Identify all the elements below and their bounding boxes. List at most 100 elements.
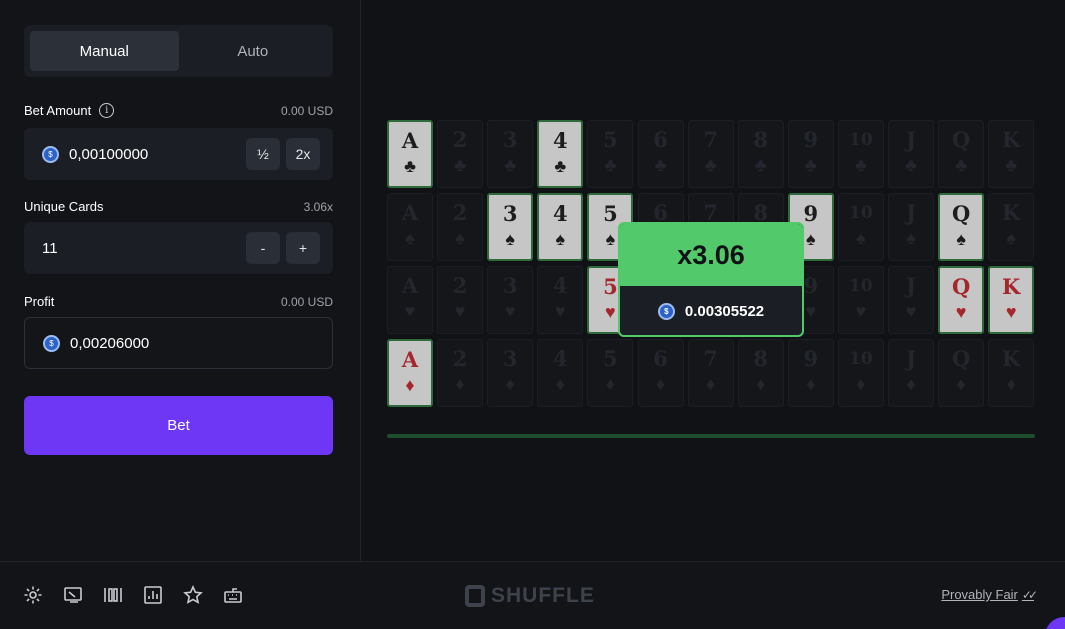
card-slot: 2 ♣ <box>437 120 484 188</box>
double-bet-button[interactable]: 2x <box>286 138 320 170</box>
card-suit-icon: ♣ <box>955 155 967 175</box>
win-popup: x3.06 $ 0.00305522 <box>618 222 804 337</box>
card-rank: K <box>1002 127 1021 152</box>
card-rank: J <box>906 346 916 371</box>
card-slot: 10 ♣ <box>837 120 884 188</box>
card-revealed: 4 ♣ <box>537 120 584 188</box>
win-payout: 0.00305522 <box>684 303 765 320</box>
card-suit-icon: ♣ <box>704 155 717 175</box>
card-slot: J ♥ <box>888 266 934 334</box>
card-rank: 3 <box>502 273 518 298</box>
bet-amount-field[interactable]: $ 0,00100000 ½ 2x <box>24 128 333 180</box>
keyboard-icon[interactable] <box>222 584 244 606</box>
card-slot: 5 ♣ <box>587 120 634 188</box>
unique-cards-label: Unique Cards <box>24 199 104 214</box>
card-suit-icon: ♣ <box>454 155 466 175</box>
stats-chart-icon[interactable] <box>142 584 164 606</box>
card-suit-icon: ♥ <box>955 302 967 322</box>
card-suit-icon: ♥ <box>454 301 466 321</box>
card-slot: 3 ♥ <box>487 266 534 334</box>
bet-button[interactable]: Bet <box>24 396 333 455</box>
settings-icon[interactable] <box>22 584 44 606</box>
card-suit-icon: ♥ <box>1005 302 1017 322</box>
card-rank: Q <box>951 201 971 226</box>
card-slot: 7 ♣ <box>687 120 734 188</box>
card-rank: Q <box>951 127 971 152</box>
card-suit-icon: ♦ <box>505 374 515 394</box>
card-slot: 9 ♦ <box>787 339 834 407</box>
unique-cards-field[interactable]: 11 - + <box>24 222 333 274</box>
card-slot: Q ♣ <box>938 120 985 188</box>
card-rank: K <box>1002 274 1021 299</box>
card-suit-icon: ♥ <box>905 301 917 321</box>
win-multiplier: x3.06 <box>620 224 802 286</box>
card-slot: K ♣ <box>988 120 1035 188</box>
card-suit-icon: ♣ <box>905 155 917 175</box>
card-rank: J <box>906 200 916 225</box>
card-suit-icon: ♦ <box>605 374 615 394</box>
card-slot: Q ♦ <box>938 339 985 407</box>
card-rank: 3 <box>502 127 518 152</box>
card-suit-icon: ♦ <box>956 374 966 394</box>
card-suit-icon: ♠ <box>505 229 515 249</box>
provably-fair-label: Provably Fair <box>941 587 1018 602</box>
card-rank: 2 <box>452 346 468 371</box>
card-suit-icon: ♣ <box>804 155 817 175</box>
card-slot: 4 ♥ <box>537 266 584 334</box>
decrement-button[interactable]: - <box>246 232 280 264</box>
live-stats-icon[interactable] <box>102 584 124 606</box>
card-suit-icon: ♥ <box>554 301 566 321</box>
card-rank: 8 <box>753 127 768 152</box>
card-rank: 10 <box>849 276 873 296</box>
card-suit-icon: ♦ <box>906 374 916 394</box>
card-suit-icon: ♣ <box>604 155 617 175</box>
shuffle-logo-text: SHUFFLE <box>491 584 595 607</box>
card-rank: 2 <box>452 273 468 298</box>
card-slot: 8 ♦ <box>737 339 784 407</box>
info-icon[interactable]: i <box>99 103 115 118</box>
half-bet-button[interactable]: ½ <box>246 138 280 170</box>
increment-button[interactable]: + <box>286 232 320 264</box>
card-slot: J ♠ <box>888 193 934 261</box>
double-check-icon: ✓✓ <box>1021 587 1038 602</box>
card-revealed: 4 ♠ <box>537 193 584 261</box>
card-revealed: Q ♠ <box>938 193 985 261</box>
bet-panel: Manual Auto Bet Amount i 0.00 USD $ 0,00… <box>0 0 361 561</box>
theatre-mode-icon[interactable] <box>62 584 84 606</box>
tab-auto[interactable]: Auto <box>179 31 328 71</box>
card-revealed: K ♥ <box>988 266 1035 334</box>
bet-amount-input[interactable]: 0,00100000 <box>69 146 240 163</box>
card-slot: A ♥ <box>387 266 433 334</box>
card-slot: 8 ♣ <box>737 120 784 188</box>
tab-manual[interactable]: Manual <box>30 31 179 71</box>
card-rank: J <box>906 273 916 298</box>
favorite-star-icon[interactable] <box>182 584 204 606</box>
profit-field: $ 0,00206000 <box>24 317 333 369</box>
card-slot: 3 ♣ <box>487 120 534 188</box>
footer-bar: SHUFFLE Provably Fair ✓✓ <box>0 561 1065 629</box>
card-slot: 6 ♣ <box>637 120 684 188</box>
card-suit-icon: ♦ <box>856 374 866 394</box>
card-revealed: A ♣ <box>387 120 433 188</box>
card-rank: 6 <box>653 346 668 371</box>
card-rank: 10 <box>849 130 873 150</box>
unique-cards-input[interactable]: 11 <box>42 240 240 257</box>
unique-cards-multiplier: 3.06x <box>303 199 333 214</box>
chat-bubble-button[interactable] <box>1045 617 1065 629</box>
card-rank: A <box>401 128 419 153</box>
card-rank: 5 <box>603 127 618 152</box>
card-suit-icon: ♥ <box>404 301 416 321</box>
card-suit-icon: ♣ <box>854 155 867 175</box>
provably-fair-link[interactable]: Provably Fair ✓✓ <box>941 587 1038 602</box>
profit-usd: 0.00 USD <box>280 294 333 309</box>
card-suit-icon: ♥ <box>855 301 867 321</box>
card-slot: 2 ♦ <box>437 339 484 407</box>
card-rank: Q <box>951 346 971 371</box>
card-slot: 9 ♣ <box>787 120 834 188</box>
card-rank: A <box>401 347 419 372</box>
bet-amount-usd: 0.00 USD <box>280 103 333 118</box>
card-rank: 4 <box>552 128 568 153</box>
card-slot: K ♦ <box>988 339 1035 407</box>
card-suit-icon: ♠ <box>956 229 966 249</box>
card-slot: 2 ♠ <box>437 193 484 261</box>
